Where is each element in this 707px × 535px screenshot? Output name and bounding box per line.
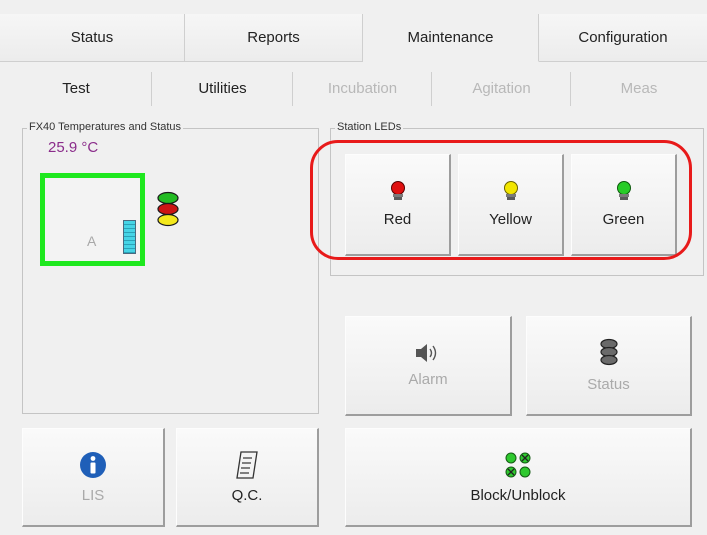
status-label: Status [587, 376, 630, 393]
station-label: A [87, 233, 97, 249]
fx40-panel-title: FX40 Temperatures and Status [27, 121, 184, 133]
red-led-button[interactable]: Red [345, 154, 451, 256]
yellow-led-button[interactable]: Yellow [458, 154, 564, 256]
subtab-agitation[interactable]: Agitation [432, 66, 571, 110]
subtab-utilities[interactable]: Utilities [152, 66, 293, 110]
yellow-led-label: Yellow [489, 211, 532, 228]
tab-status[interactable]: Status [0, 14, 185, 62]
fx40-status-panel: FX40 Temperatures and Status [22, 121, 319, 414]
status-lights-icon [599, 338, 618, 366]
green-led-icon [616, 181, 631, 200]
green-led-label: Green [602, 211, 645, 228]
speaker-icon [416, 344, 437, 362]
red-led-icon [390, 181, 405, 200]
station-a[interactable]: A [40, 173, 145, 266]
subtab-incubation[interactable]: Incubation [293, 66, 432, 110]
main-tab-bar: Status Reports Maintenance Configuration [0, 14, 707, 62]
subtab-test[interactable]: Test [0, 66, 152, 110]
status-button[interactable]: Status [526, 316, 692, 416]
tab-maintenance[interactable]: Maintenance [363, 14, 539, 62]
yellow-led-icon [503, 181, 518, 200]
info-icon [80, 451, 106, 478]
alarm-label: Alarm [408, 371, 448, 388]
green-led-button[interactable]: Green [571, 154, 677, 256]
block-unblock-label: Block/Unblock [470, 486, 566, 504]
alarm-button[interactable]: Alarm [345, 316, 512, 416]
sub-tab-bar: Test Utilities Incubation Agitation Meas [0, 66, 707, 110]
red-led-label: Red [383, 211, 412, 228]
traffic-light-status-icon [157, 191, 179, 227]
qc-label: Q.C. [231, 486, 263, 504]
block-unblock-icon [505, 452, 531, 477]
subtab-meas[interactable]: Meas [571, 66, 707, 110]
tab-configuration[interactable]: Configuration [539, 14, 707, 62]
qc-button[interactable]: Q.C. [176, 428, 319, 527]
tab-reports[interactable]: Reports [185, 14, 363, 62]
station-leds-title: Station LEDs [335, 121, 404, 133]
lis-label: LIS [81, 486, 105, 504]
level-meter-icon [123, 220, 136, 254]
lis-button[interactable]: LIS [22, 428, 165, 527]
temperature-readout: 25.9 °C [48, 139, 99, 156]
qc-report-icon [236, 450, 258, 479]
block-unblock-button[interactable]: Block/Unblock [345, 428, 692, 527]
